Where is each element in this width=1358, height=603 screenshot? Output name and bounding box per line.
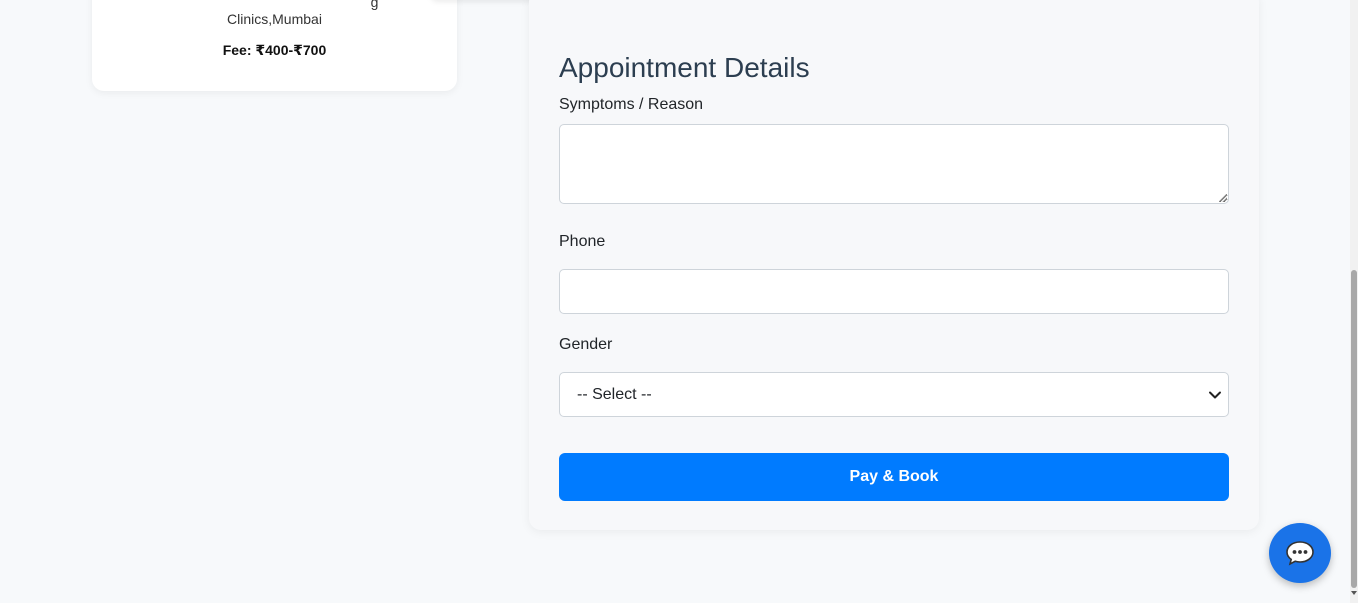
speech-bubble-icon: [1286, 541, 1314, 566]
appointment-title: Appointment Details: [559, 52, 810, 83]
chat-button[interactable]: [1269, 523, 1331, 583]
phone-input[interactable]: [559, 269, 1229, 314]
symptoms-label: Symptoms / Reason: [559, 96, 704, 113]
chevron-down-icon: [1209, 391, 1221, 399]
page: g Clinics,Mumbai Fee: ₹400-₹700 Appointm…: [0, 0, 1358, 603]
symptoms-textarea[interactable]: [559, 124, 1229, 204]
pay-and-book-button[interactable]: Pay & Book: [559, 453, 1229, 501]
vertical-scrollbar[interactable]: [1350, 0, 1358, 603]
scroll-down-arrow-icon[interactable]: [1351, 591, 1357, 595]
doctor-fee: Fee: ₹400-₹700: [222, 42, 327, 58]
doctor-clinic-text-cut: g: [370, 0, 379, 10]
appointment-panel: Appointment Details Symptoms / Reason Ph…: [529, 0, 1259, 530]
gender-select-value: -- Select --: [577, 386, 652, 403]
resize-grip-icon[interactable]: [1219, 194, 1227, 202]
scrollbar-thumb[interactable]: [1351, 270, 1357, 588]
doctor-location: Clinics,Mumbai: [227, 11, 322, 27]
gender-select[interactable]: -- Select --: [559, 372, 1229, 417]
gender-label: Gender: [559, 336, 613, 353]
doctor-card[interactable]: g Clinics,Mumbai Fee: ₹400-₹700: [92, 0, 457, 91]
phone-label: Phone: [559, 233, 606, 250]
